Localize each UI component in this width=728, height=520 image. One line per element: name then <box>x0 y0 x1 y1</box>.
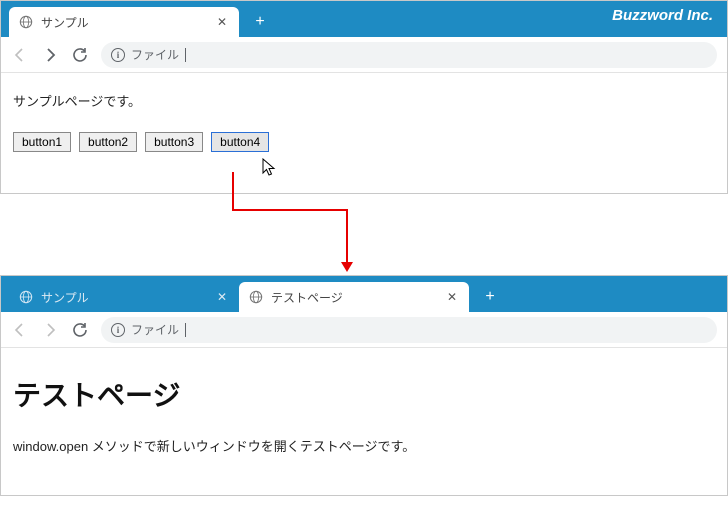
tab-sample[interactable]: サンプル ✕ <box>9 7 239 37</box>
tab-title: サンプル <box>41 14 209 31</box>
address-text: ファイル <box>131 46 179 63</box>
page-intro: サンプルページです。 <box>13 91 715 110</box>
back-button[interactable] <box>11 321 29 339</box>
tab-strip: サンプル ✕ テストページ ✕ + <box>1 276 727 312</box>
brand-label: Buzzword Inc. <box>612 7 713 24</box>
button-2[interactable]: button2 <box>79 132 137 152</box>
address-bar[interactable]: i ファイル <box>101 317 717 343</box>
text-cursor <box>185 48 186 62</box>
new-tab-button[interactable]: + <box>247 9 273 35</box>
back-button[interactable] <box>11 46 29 64</box>
button-row: button1 button2 button3 button4 <box>13 132 715 152</box>
tab-strip: サンプル ✕ + Buzzword Inc. <box>1 1 727 37</box>
close-icon[interactable]: ✕ <box>445 290 459 304</box>
tab-sample[interactable]: サンプル ✕ <box>9 282 239 312</box>
reload-button[interactable] <box>71 46 89 64</box>
page-content: サンプルページです。 button1 button2 button3 butto… <box>1 73 727 193</box>
button-4[interactable]: button4 <box>211 132 269 152</box>
globe-icon <box>249 290 263 304</box>
new-tab-button[interactable]: + <box>477 284 503 310</box>
page-content: テストページ window.open メソッドで新しいウィンドウを開くテストペー… <box>1 348 727 495</box>
page-heading: テストページ <box>13 374 715 414</box>
button-3[interactable]: button3 <box>145 132 203 152</box>
browser-window-bottom: サンプル ✕ テストページ ✕ + i ファイル テストページ window.o <box>0 275 728 496</box>
text-cursor <box>185 323 186 337</box>
reload-button[interactable] <box>71 321 89 339</box>
forward-button[interactable] <box>41 321 59 339</box>
info-icon: i <box>111 48 125 62</box>
close-icon[interactable]: ✕ <box>215 15 229 29</box>
toolbar: i ファイル <box>1 37 727 73</box>
globe-icon <box>19 290 33 304</box>
page-body: window.open メソッドで新しいウィンドウを開くテストページです。 <box>13 436 715 455</box>
globe-icon <box>19 15 33 29</box>
address-text: ファイル <box>131 321 179 338</box>
tab-test-page[interactable]: テストページ ✕ <box>239 282 469 312</box>
tab-title: サンプル <box>41 289 209 306</box>
browser-window-top: サンプル ✕ + Buzzword Inc. i ファイル サンプルページです。… <box>0 0 728 194</box>
toolbar: i ファイル <box>1 312 727 348</box>
button-1[interactable]: button1 <box>13 132 71 152</box>
info-icon: i <box>111 323 125 337</box>
forward-button[interactable] <box>41 46 59 64</box>
address-bar[interactable]: i ファイル <box>101 42 717 68</box>
close-icon[interactable]: ✕ <box>215 290 229 304</box>
tab-title: テストページ <box>271 289 439 306</box>
